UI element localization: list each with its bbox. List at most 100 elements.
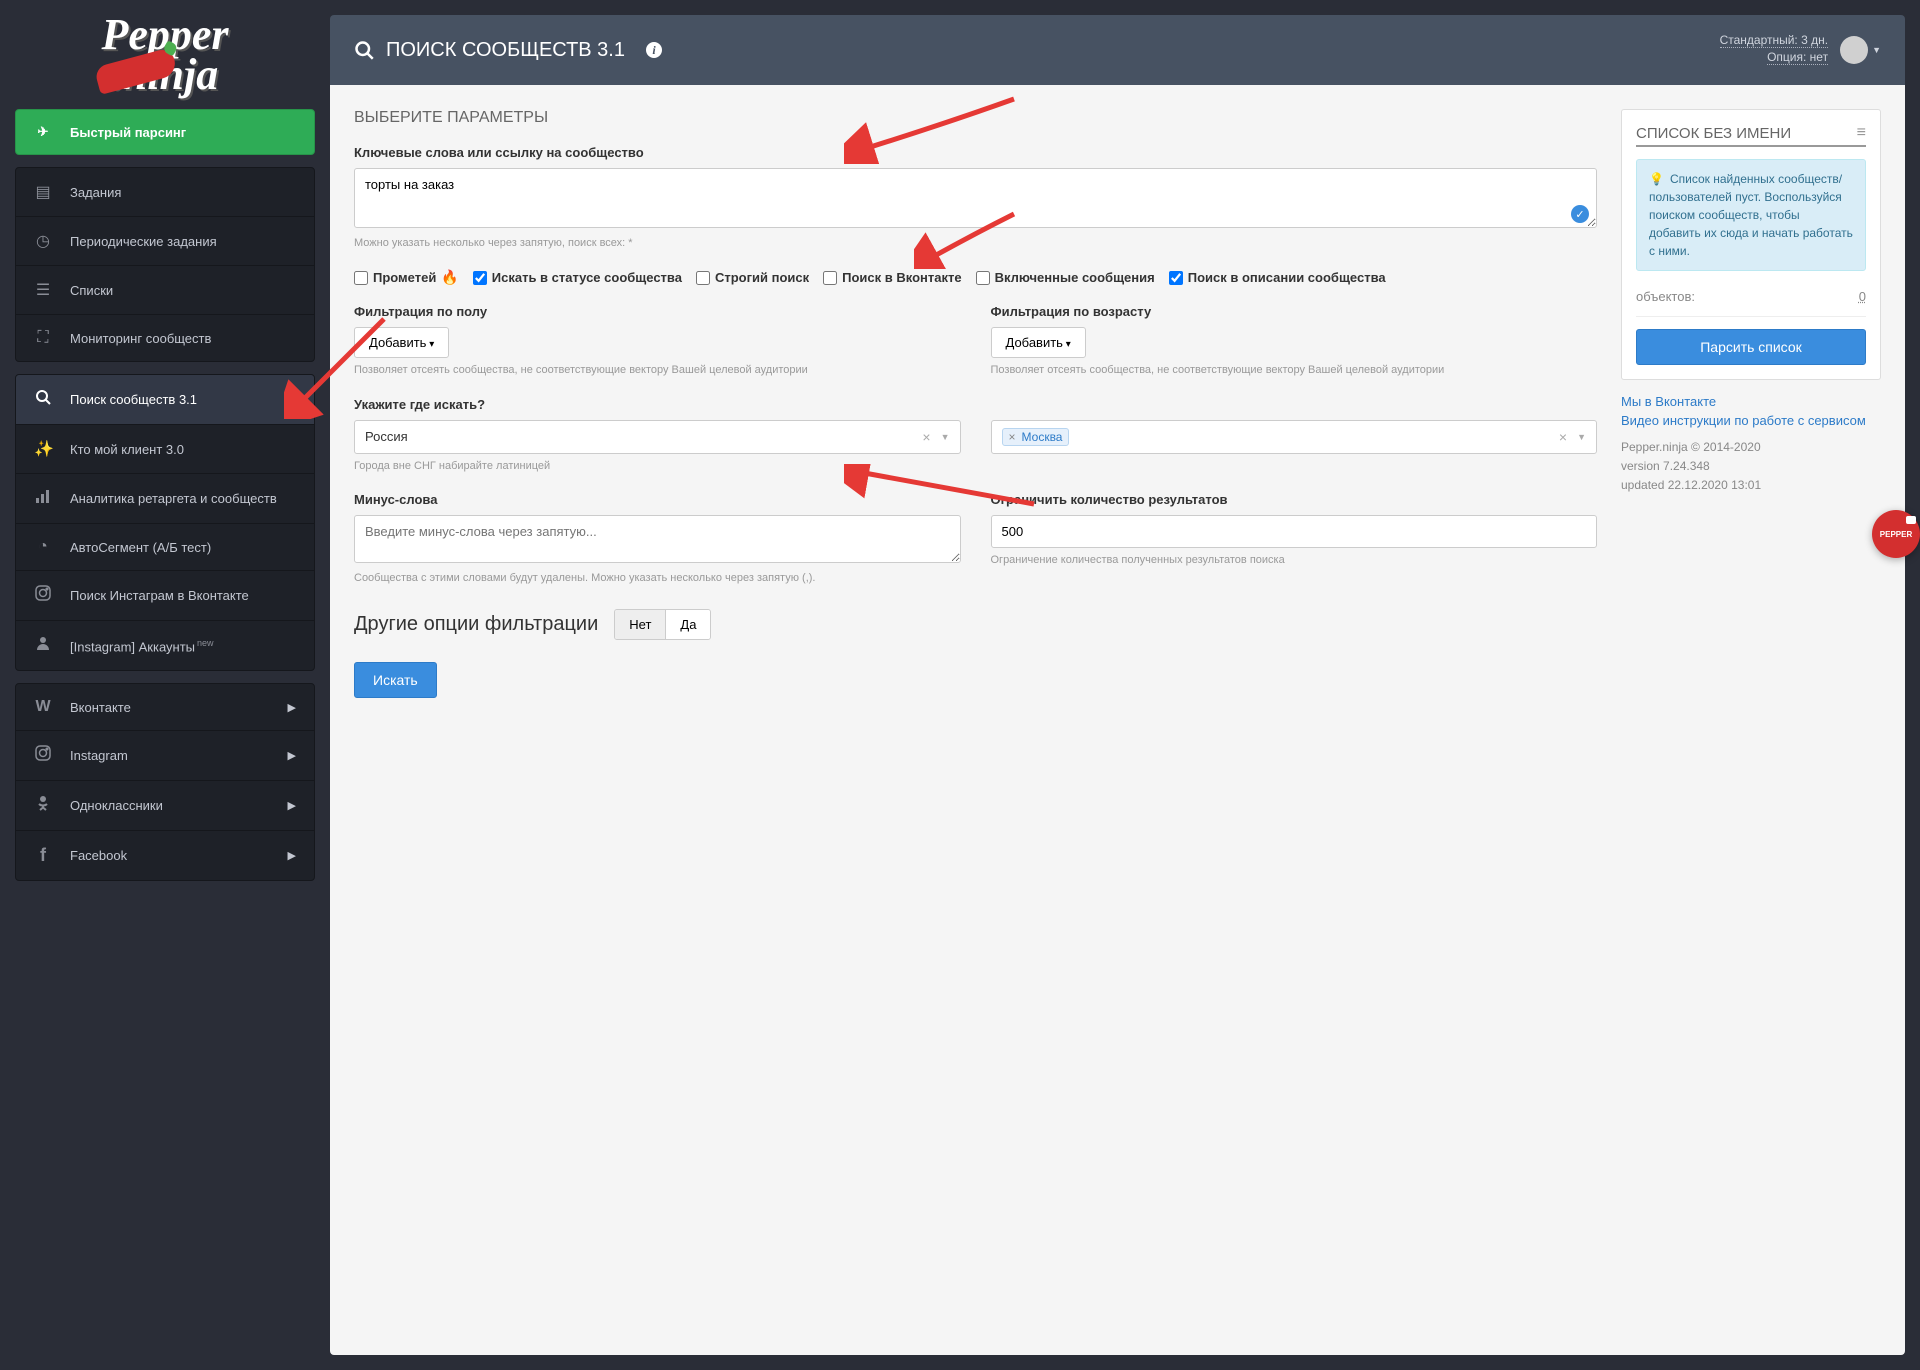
objects-count: 0: [1859, 289, 1866, 304]
sidebar-group-networks: W Вконтакте ▶ Instagram ▶ Одноклассники …: [15, 683, 315, 881]
clear-icon[interactable]: ×: [918, 429, 934, 445]
sidebar-item-instagram-vk[interactable]: Поиск Инстаграм в Вконтакте: [16, 571, 314, 621]
info-icon[interactable]: i: [645, 41, 663, 59]
sidebar-item-autosegment[interactable]: ◔ АвтоСегмент (А/Б тест): [16, 524, 314, 571]
side-panel: СПИСОК БЕЗ ИМЕНИ ≡ 💡Список найденных соо…: [1621, 109, 1881, 1331]
clear-icon[interactable]: ×: [1555, 429, 1571, 445]
chevron-right-icon: ▶: [288, 749, 296, 762]
limit-hint: Ограничение количества полученных резуль…: [991, 553, 1598, 568]
user-menu[interactable]: ▼: [1840, 36, 1881, 64]
sidebar-item-ok[interactable]: Одноклассники ▶: [16, 781, 314, 831]
sidebar: Pepper.ninja ✈ Быстрый парсинг ▤ Задания…: [15, 15, 315, 1355]
keywords-hint: Можно указать несколько через запятую, п…: [354, 236, 1597, 251]
header-account-info: Стандартный: 3 дн. Опция: нет: [1720, 33, 1829, 67]
sidebar-group-tasks: ▤ Задания ◷ Периодические задания ☰ Спис…: [15, 167, 315, 362]
sidebar-item-periodic[interactable]: ◷ Периодические задания: [16, 217, 314, 266]
sidebar-item-label: [Instagram] Аккаунтыnew: [70, 638, 214, 654]
sidebar-item-label: Одноклассники: [70, 798, 163, 813]
wand-icon: ✨: [34, 439, 52, 459]
limit-label: Ограничить количество результатов: [991, 492, 1598, 507]
sidebar-item-tasks[interactable]: ▤ Задания: [16, 168, 314, 217]
sidebar-item-label: Периодические задания: [70, 234, 217, 249]
country-value: Россия: [365, 429, 408, 444]
remove-tag-icon[interactable]: ×: [1009, 430, 1016, 444]
check-icon: ✓: [1571, 205, 1589, 223]
chevron-down-icon: ▼: [1872, 45, 1881, 55]
sidebar-item-facebook[interactable]: f Facebook ▶: [16, 831, 314, 880]
main: ПОИСК СООБЩЕСТВ 3.1 i Стандартный: 3 дн.…: [330, 15, 1905, 1355]
ok-icon: [34, 795, 52, 816]
fast-parsing-label: Быстрый парсинг: [70, 125, 186, 140]
chart-icon: [34, 488, 52, 509]
sidebar-item-search-communities[interactable]: Поиск сообществ 3.1: [16, 375, 314, 425]
sidebar-item-instagram-accounts[interactable]: [Instagram] Аккаунтыnew: [16, 621, 314, 670]
filter-gender-hint: Позволяет отсеять сообщества, не соответ…: [354, 363, 961, 378]
sidebar-item-monitoring[interactable]: ⛶ Мониторинг сообществ: [16, 315, 314, 361]
pie-icon: ◔: [34, 538, 52, 556]
fb-icon: f: [34, 845, 52, 866]
bulb-icon: 💡: [1649, 172, 1664, 186]
fast-parsing-button[interactable]: ✈ Быстрый парсинг: [15, 109, 315, 155]
sidebar-group-tools: Поиск сообществ 3.1 ✨ Кто мой клиент 3.0…: [15, 374, 315, 671]
search-icon: [354, 40, 374, 60]
city-select[interactable]: ×Москва × ▼: [991, 420, 1598, 454]
page-title: ПОИСК СООБЩЕСТВ 3.1 i: [354, 39, 663, 62]
keywords-input[interactable]: торты на заказ: [354, 168, 1597, 228]
sidebar-item-label: Кто мой клиент 3.0: [70, 442, 184, 457]
minus-label: Минус-слова: [354, 492, 961, 507]
filter-gender-add-button[interactable]: Добавить: [354, 327, 449, 358]
pepper-chat-badge[interactable]: PEPPER: [1872, 510, 1920, 558]
vk-icon: W: [34, 698, 52, 716]
limit-input[interactable]: [991, 515, 1598, 548]
link-video[interactable]: Видео инструкции по работе с сервисом: [1621, 413, 1881, 428]
filter-gender-label: Фильтрация по полу: [354, 304, 961, 319]
minus-input[interactable]: [354, 515, 961, 563]
avatar: [1840, 36, 1868, 64]
checkbox-prometheus[interactable]: Прометей🔥: [354, 269, 459, 286]
checkbox-search-description[interactable]: Поиск в описании сообщества: [1169, 269, 1386, 286]
checkbox-strict[interactable]: Строгий поиск: [696, 269, 809, 286]
chevron-down-icon: ▼: [935, 432, 950, 442]
toggle-no[interactable]: Нет: [615, 610, 665, 639]
sidebar-item-label: АвтоСегмент (А/Б тест): [70, 540, 211, 555]
other-options-toggle: Нет Да: [614, 609, 711, 640]
rocket-icon: ✈: [34, 124, 52, 140]
logo: Pepper.ninja: [15, 15, 315, 94]
link-vk[interactable]: Мы в Вконтакте: [1621, 394, 1881, 409]
sidebar-item-label: Вконтакте: [70, 700, 131, 715]
filter-age-add-button[interactable]: Добавить: [991, 327, 1086, 358]
lists-icon: ☰: [34, 280, 52, 300]
country-select[interactable]: Россия × ▼: [354, 420, 961, 454]
clock-icon: ◷: [34, 231, 52, 251]
option-link[interactable]: Опция: нет: [1767, 50, 1828, 65]
list-icon: ▤: [34, 182, 52, 202]
sidebar-item-analytics[interactable]: Аналитика ретаргета и сообществ: [16, 474, 314, 524]
panel-title: СПИСОК БЕЗ ИМЕНИ: [1636, 125, 1791, 142]
info-box: 💡Список найденных сообществ/пользователе…: [1636, 159, 1866, 271]
user-icon: [34, 635, 52, 656]
parse-list-button[interactable]: Парсить список: [1636, 329, 1866, 365]
sidebar-item-lists[interactable]: ☰ Списки: [16, 266, 314, 315]
checkbox-search-status[interactable]: Искать в статусе сообщества: [473, 269, 682, 286]
search-button[interactable]: Искать: [354, 662, 437, 698]
form-area: ВЫБЕРИТЕ ПАРАМЕТРЫ Ключевые слова или сс…: [354, 109, 1597, 1331]
sidebar-item-label: Поиск Инстаграм в Вконтакте: [70, 588, 249, 603]
sidebar-item-label: Списки: [70, 283, 113, 298]
sidebar-item-label: Аналитика ретаргета и сообществ: [70, 491, 277, 506]
keywords-label: Ключевые слова или ссылку на сообщество: [354, 145, 1597, 160]
chevron-right-icon: ▶: [288, 799, 296, 812]
where-label: Укажите где искать?: [354, 397, 1597, 412]
sidebar-item-label: Поиск сообществ 3.1: [70, 392, 197, 407]
sidebar-item-my-client[interactable]: ✨ Кто мой клиент 3.0: [16, 425, 314, 474]
checkbox-messages-on[interactable]: Включенные сообщения: [976, 269, 1155, 286]
plan-link[interactable]: Стандартный: 3 дн.: [1720, 33, 1829, 48]
footer-info: Pepper.ninja © 2014-2020 version 7.24.34…: [1621, 438, 1881, 496]
checkbox-search-vk[interactable]: Поиск в Вконтакте: [823, 269, 961, 286]
sidebar-item-vk[interactable]: W Вконтакте ▶: [16, 684, 314, 731]
filter-age-label: Фильтрация по возрасту: [991, 304, 1598, 319]
objects-label: объектов:: [1636, 289, 1695, 304]
toggle-yes[interactable]: Да: [665, 610, 710, 639]
sidebar-item-label: Мониторинг сообществ: [70, 331, 211, 346]
menu-icon[interactable]: ≡: [1857, 124, 1866, 142]
sidebar-item-instagram-net[interactable]: Instagram ▶: [16, 731, 314, 781]
